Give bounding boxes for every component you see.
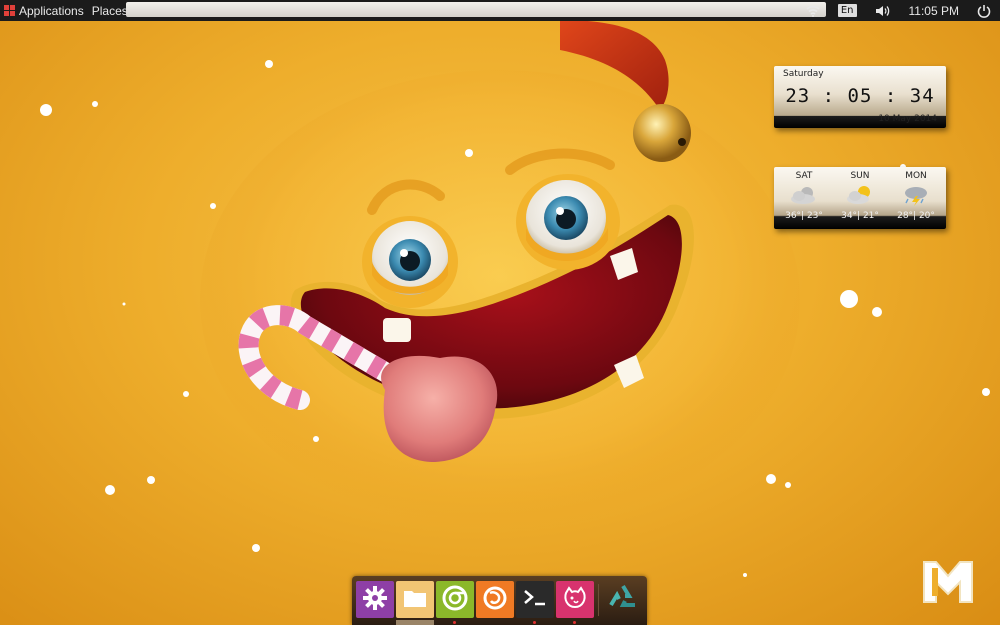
volume-icon[interactable]	[875, 5, 891, 17]
weather-day-name: MON	[905, 171, 927, 181]
active-app-indicator	[396, 620, 434, 625]
weather-day-temp: 34°| 21°	[841, 211, 879, 221]
keyboard-layout-label: En	[837, 4, 857, 17]
weather-day-name: SUN	[850, 171, 870, 181]
terminal-icon	[522, 587, 548, 613]
clock-widget: Saturday 23 : 05 : 34 10 May 2014	[774, 66, 946, 128]
clock-date: 10 May 2014	[878, 114, 937, 124]
recycle-icon	[607, 583, 639, 617]
corner-logo	[920, 558, 976, 606]
dock-separator	[598, 584, 599, 616]
running-indicator	[453, 621, 456, 624]
dock-firefox[interactable]	[476, 581, 514, 618]
weather-day-sun: SUN 34°| 21°	[832, 167, 888, 221]
applications-menu-area: Applications Places	[0, 0, 140, 21]
weather-day-temp: 28°| 20°	[897, 211, 935, 221]
partly-cloudy-icon	[776, 183, 832, 207]
top-panel: Applications Places En 11:05 PM	[0, 0, 1000, 21]
clock-day: Saturday	[783, 69, 824, 79]
firefox-icon	[482, 585, 508, 615]
keyboard-layout-indicator[interactable]: En	[837, 4, 857, 17]
dock-files[interactable]	[396, 581, 434, 624]
window-list[interactable]	[126, 2, 826, 17]
weather-day-mon: MON 28°| 20°	[888, 167, 944, 221]
thunderstorm-icon	[888, 183, 944, 207]
weather-widget: SAT 36°| 23° SUN 34°| 21° MON 28°| 20°	[774, 167, 946, 229]
power-icon[interactable]	[977, 4, 991, 18]
chrome-icon	[442, 585, 468, 615]
weather-day-temp: 36°| 23°	[785, 211, 823, 221]
gear-icon	[362, 585, 388, 615]
apps-grid-icon[interactable]	[4, 5, 15, 16]
partly-sunny-icon	[832, 183, 888, 207]
dock-app[interactable]	[556, 581, 594, 624]
running-indicator	[533, 621, 536, 624]
weather-day-name: SAT	[795, 171, 813, 181]
dock-terminal[interactable]	[516, 581, 554, 624]
folder-icon	[402, 587, 428, 613]
weather-day-sat: SAT 36°| 23°	[776, 167, 832, 221]
dock	[352, 576, 647, 625]
dock-chrome[interactable]	[436, 581, 474, 624]
running-indicator	[573, 621, 576, 624]
cat-face-icon	[562, 585, 588, 615]
wifi-icon[interactable]	[806, 5, 820, 17]
dock-settings[interactable]	[356, 581, 394, 618]
applications-menu[interactable]: Applications	[19, 4, 84, 18]
panel-clock[interactable]: 11:05 PM	[909, 4, 959, 18]
clock-time: 23 : 05 : 34	[785, 85, 935, 107]
places-menu[interactable]: Places	[92, 4, 128, 18]
dock-trash[interactable]	[604, 581, 642, 618]
system-tray: En 11:05 PM	[797, 0, 1000, 21]
